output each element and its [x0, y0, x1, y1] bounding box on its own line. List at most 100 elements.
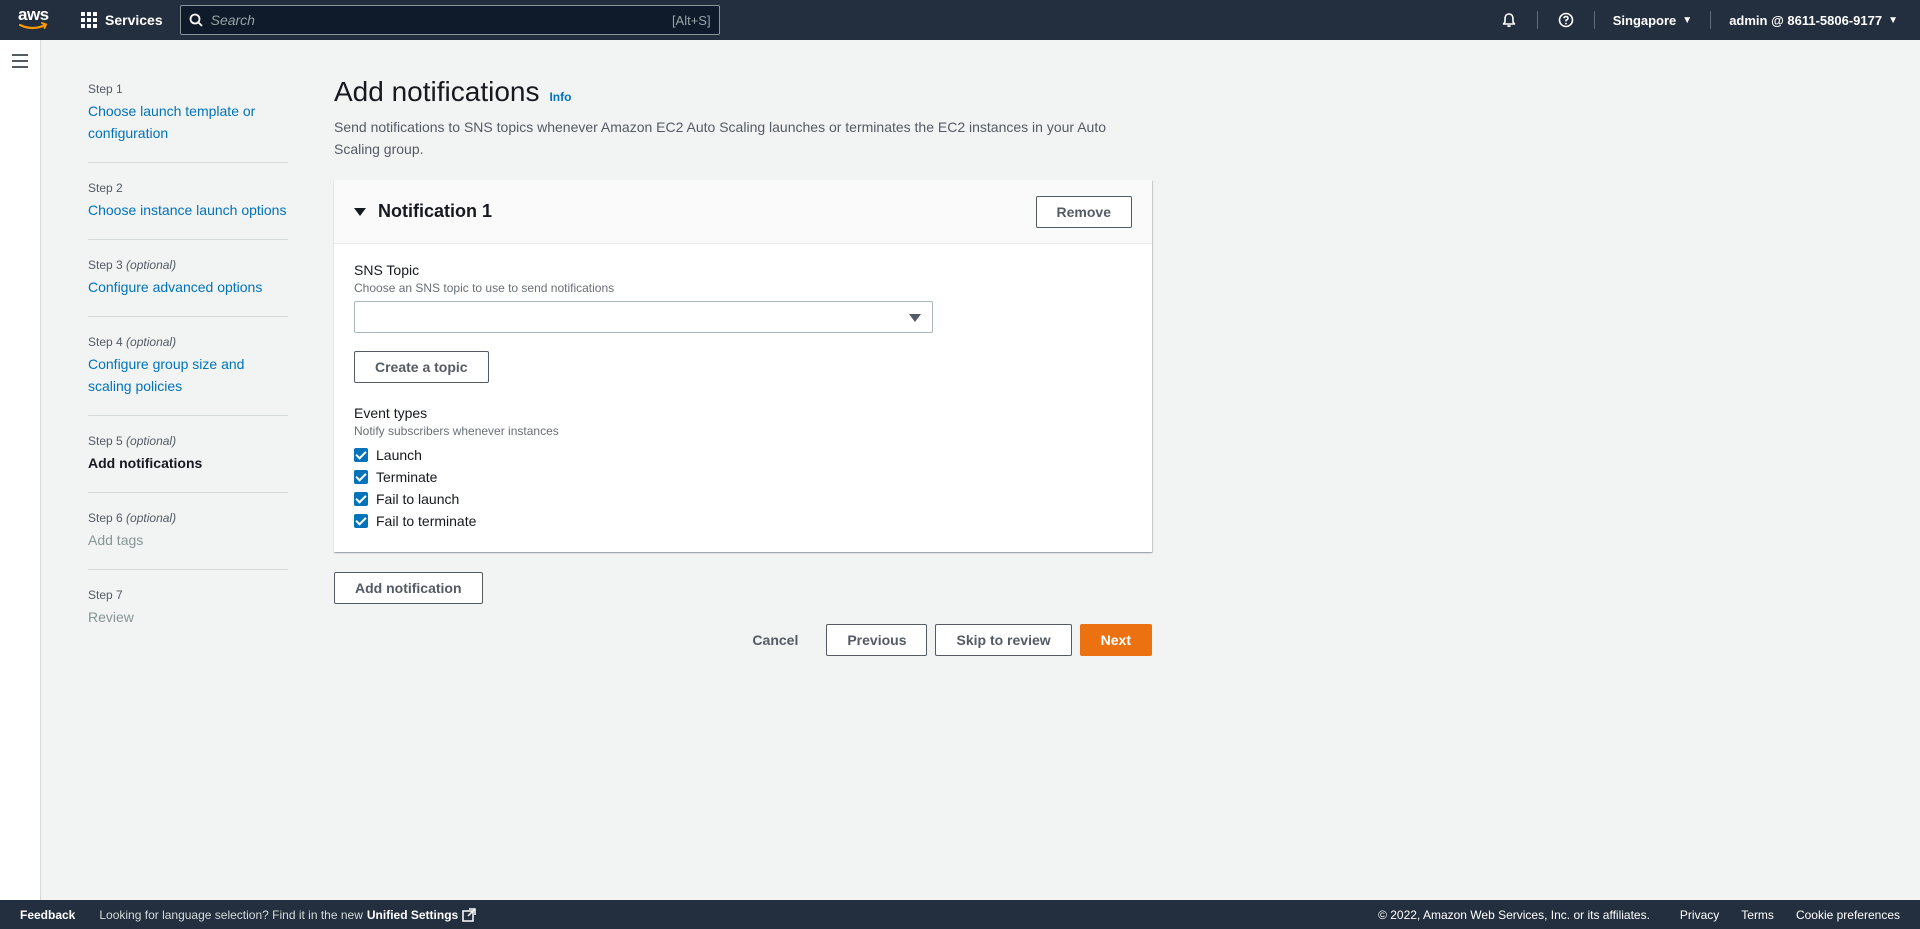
top-navigation: aws Services [Alt+S] — [0, 0, 1920, 40]
caret-down-icon: ▼ — [1888, 14, 1898, 26]
event-types-label: Event types — [354, 405, 428, 421]
wizard-step-7: Step 7 Review — [88, 588, 288, 646]
checkbox-fail-to-terminate[interactable]: Fail to terminate — [354, 510, 1132, 532]
dropdown-arrow-icon — [909, 314, 921, 322]
nav-divider — [1593, 11, 1595, 29]
feedback-link[interactable]: Feedback — [20, 908, 75, 922]
notification-panel: Notification 1 Remove SNS Topic Choose a… — [334, 180, 1152, 552]
hamburger-line — [12, 54, 28, 56]
step-number: Step 4 (optional) — [88, 335, 288, 349]
checkbox-label: Terminate — [376, 469, 438, 485]
external-link-icon — [462, 907, 476, 922]
step-optional-text: (optional) — [126, 258, 177, 272]
nav-divider — [1710, 11, 1712, 29]
step-link-advanced-options[interactable]: Configure advanced options — [88, 276, 288, 298]
aws-smile-icon — [18, 22, 48, 30]
step-number-text: Step 6 — [88, 511, 123, 525]
checkbox-checked-icon — [354, 514, 368, 528]
account-menu[interactable]: admin @ 8611-5806-9177 ▼ — [1719, 13, 1908, 28]
remove-button[interactable]: Remove — [1035, 195, 1132, 228]
event-types-section: Event types Notify subscribers whenever … — [354, 405, 1132, 532]
privacy-link[interactable]: Privacy — [1680, 908, 1719, 922]
step-number-text: Step 4 — [88, 335, 123, 349]
copyright-text: © 2022, Amazon Web Services, Inc. or its… — [1378, 907, 1650, 922]
unified-settings-link[interactable]: Unified Settings — [367, 908, 476, 922]
info-link[interactable]: Info — [549, 90, 571, 104]
menu-toggle-button[interactable] — [12, 54, 28, 72]
checkbox-label: Fail to launch — [376, 491, 460, 507]
grid-icon — [81, 12, 97, 28]
wizard-step-5: Step 5 (optional) Add notifications — [88, 434, 288, 493]
skip-to-review-button[interactable]: Skip to review — [935, 624, 1072, 656]
region-selector[interactable]: Singapore ▼ — [1603, 13, 1702, 28]
nav-divider — [1536, 11, 1538, 29]
step-number: Step 3 (optional) — [88, 258, 288, 272]
previous-button[interactable]: Previous — [826, 624, 928, 656]
step-disabled-review: Review — [88, 609, 134, 625]
wizard-step-3: Step 3 (optional) Configure advanced opt… — [88, 258, 288, 317]
step-number: Step 5 (optional) — [88, 434, 288, 448]
notifications-bell-button[interactable] — [1489, 0, 1529, 40]
search-input[interactable] — [210, 12, 672, 28]
wizard-step-4: Step 4 (optional) Configure group size a… — [88, 335, 288, 416]
step-number: Step 1 — [88, 82, 288, 96]
step-number: Step 2 — [88, 181, 288, 195]
side-navigation-rail — [0, 40, 41, 900]
sns-topic-description: Choose an SNS topic to use to send notif… — [354, 281, 615, 295]
step-number-text: Step 3 — [88, 258, 123, 272]
nav-right-group: Singapore ▼ admin @ 8611-5806-9177 ▼ — [1489, 0, 1920, 40]
step-current-add-notifications: Add notifications — [88, 455, 203, 471]
wizard-step-1: Step 1 Choose launch template or configu… — [88, 82, 288, 163]
services-menu-button[interactable]: Services — [81, 0, 163, 40]
page-title: Add notifications — [334, 76, 540, 107]
cookie-preferences-link[interactable]: Cookie preferences — [1796, 908, 1900, 922]
next-button[interactable]: Next — [1079, 624, 1152, 656]
sns-topic-select[interactable] — [354, 301, 933, 333]
footer: Feedback Looking for language selection?… — [0, 900, 1920, 929]
checkbox-checked-icon — [354, 470, 368, 484]
aws-logo[interactable]: aws — [17, 5, 51, 33]
checkbox-launch[interactable]: Launch — [354, 444, 1132, 466]
search-box[interactable]: [Alt+S] — [179, 5, 720, 35]
wizard-steps: Step 1 Choose launch template or configu… — [88, 82, 288, 664]
language-notice: Looking for language selection? Find it … — [99, 907, 363, 922]
unified-settings-label: Unified Settings — [366, 907, 459, 922]
cancel-button[interactable]: Cancel — [732, 624, 818, 656]
checkbox-checked-icon — [354, 448, 368, 462]
step-link-launch-template[interactable]: Choose launch template or configuration — [88, 100, 288, 144]
page-description: Send notifications to SNS topics wheneve… — [334, 119, 1106, 157]
caret-down-icon: ▼ — [1682, 14, 1693, 26]
hamburger-line — [12, 60, 28, 62]
help-button[interactable] — [1546, 0, 1586, 40]
footer-right: © 2022, Amazon Web Services, Inc. or its… — [1378, 908, 1920, 922]
add-notification-button[interactable]: Add notification — [334, 572, 483, 604]
notification-panel-body: SNS Topic Choose an SNS topic to use to … — [334, 244, 1152, 552]
collapse-triangle-icon[interactable] — [354, 207, 366, 216]
search-icon — [189, 13, 203, 27]
notification-panel-header: Notification 1 Remove — [334, 180, 1152, 244]
wizard-actions: Cancel Previous Skip to review Next — [334, 624, 1152, 656]
account-label: admin @ 8611-5806-9177 — [1729, 12, 1883, 28]
step-link-group-size[interactable]: Configure group size and scaling policie… — [88, 353, 268, 397]
create-topic-button[interactable]: Create a topic — [354, 351, 489, 383]
wizard-step-6: Step 6 (optional) Add tags — [88, 511, 288, 570]
step-optional-text: (optional) — [126, 511, 177, 525]
terms-link[interactable]: Terms — [1741, 908, 1774, 922]
step-optional-text: (optional) — [126, 434, 177, 448]
help-icon — [1558, 12, 1574, 28]
bell-icon — [1502, 13, 1516, 28]
search-shortcut-hint: [Alt+S] — [671, 12, 711, 28]
notification-title: Notification 1 — [378, 201, 493, 221]
checkbox-terminate[interactable]: Terminate — [354, 466, 1132, 488]
step-number-text: Step 7 — [88, 588, 123, 602]
services-label: Services — [105, 12, 163, 28]
checkbox-label: Fail to terminate — [376, 513, 477, 529]
step-number-text: Step 2 — [88, 181, 123, 195]
checkbox-label: Launch — [376, 447, 422, 463]
checkbox-fail-to-launch[interactable]: Fail to launch — [354, 488, 1132, 510]
step-number-text: Step 1 — [88, 82, 123, 96]
step-link-instance-launch-options[interactable]: Choose instance launch options — [88, 199, 288, 221]
event-types-description: Notify subscribers whenever instances — [354, 424, 559, 438]
step-disabled-add-tags: Add tags — [88, 532, 144, 548]
checkbox-checked-icon — [354, 492, 368, 506]
